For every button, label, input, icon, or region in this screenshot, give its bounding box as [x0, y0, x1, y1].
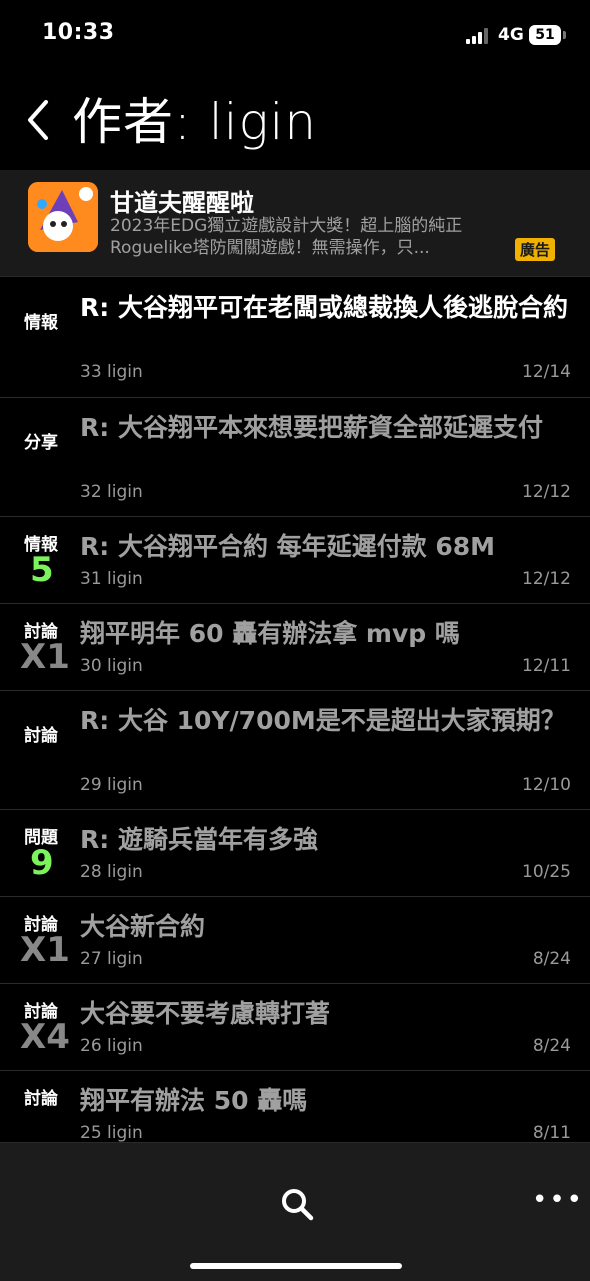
post-meta: 26 ligin	[80, 1036, 143, 1056]
post-title: R: 大谷 10Y/700M是不是超出大家預期？	[80, 706, 566, 735]
recommend-count: 5	[30, 550, 54, 590]
post-title: R: 大谷翔平本來想要把薪資全部延遲支付	[80, 413, 543, 442]
post-title: 大谷要不要考慮轉打著	[80, 999, 331, 1028]
post-row[interactable]: 討論 X1 大谷新合約 27 ligin 8/24	[0, 897, 590, 984]
boo-count: X1	[20, 637, 70, 677]
ad-app-icon	[28, 182, 98, 252]
post-date: 8/11	[532, 1123, 571, 1143]
post-title: 翔平明年 60 轟有辦法拿 mvp 嗎	[80, 619, 460, 648]
post-meta: 27 ligin	[80, 949, 143, 969]
recommend-count: 9	[30, 843, 54, 883]
post-date: 12/14	[522, 362, 571, 382]
ad-description: 2023年EDG獨立遊戲設計大獎！超上腦的純正Roguelike塔防闖關遊戲！無…	[110, 216, 463, 258]
post-tag: 分享	[24, 433, 58, 453]
post-title: 翔平有辦法 50 轟嗎	[80, 1086, 308, 1115]
boo-count: X1	[20, 930, 70, 970]
post-title: R: 大谷翔平可在老闆或總裁換人後逃脫合約	[80, 293, 568, 322]
post-list: 情報 R: 大谷翔平可在老闆或總裁換人後逃脫合約 33 ligin 12/14 …	[0, 278, 590, 1158]
post-row[interactable]: 討論 R: 大谷 10Y/700M是不是超出大家預期？ 29 ligin 12/…	[0, 691, 590, 810]
nav-bar: 作者: ligin	[0, 70, 590, 168]
more-options-icon[interactable]: •••	[532, 1185, 584, 1215]
page-title: 作者: ligin	[72, 93, 318, 151]
post-meta: 29 ligin	[80, 775, 143, 795]
battery-tip	[563, 31, 566, 39]
ad-badge: 廣告	[515, 238, 556, 261]
battery-icon: 51	[529, 25, 561, 45]
post-date: 12/12	[522, 482, 571, 502]
post-date: 8/24	[532, 1036, 571, 1056]
post-date: 12/11	[522, 656, 571, 676]
post-meta: 28 ligin	[80, 862, 143, 882]
post-meta: 32 ligin	[80, 482, 143, 502]
boo-count: X4	[20, 1017, 70, 1057]
post-title: R: 大谷翔平合約 每年延遲付款 68M	[80, 532, 496, 561]
status-bar: 10:33 4G 51	[0, 0, 590, 70]
post-title: 大谷新合約	[80, 912, 206, 941]
post-tag: 討論	[24, 1089, 58, 1109]
post-row[interactable]: 討論 X4 大谷要不要考慮轉打著 26 ligin 8/24	[0, 984, 590, 1071]
status-time: 10:33	[42, 20, 115, 45]
post-row[interactable]: 情報 5 R: 大谷翔平合約 每年延遲付款 68M 31 ligin 12/12	[0, 517, 590, 604]
network-label: 4G	[498, 25, 524, 45]
post-row[interactable]: 問題 9 R: 遊騎兵當年有多強 28 ligin 10/25	[0, 810, 590, 897]
post-row[interactable]: 討論 X1 翔平明年 60 轟有辦法拿 mvp 嗎 30 ligin 12/11	[0, 604, 590, 691]
post-date: 12/10	[522, 775, 571, 795]
ad-title: 甘道夫醒醒啦	[110, 189, 254, 217]
post-row[interactable]: 情報 R: 大谷翔平可在老闆或總裁換人後逃脫合約 33 ligin 12/14	[0, 278, 590, 398]
post-row[interactable]: 分享 R: 大谷翔平本來想要把薪資全部延遲支付 32 ligin 12/12	[0, 398, 590, 517]
ad-banner[interactable]: 甘道夫醒醒啦 2023年EDG獨立遊戲設計大獎！超上腦的純正Roguelike塔…	[0, 170, 590, 277]
post-tag: 討論	[24, 726, 58, 746]
post-date: 8/24	[532, 949, 571, 969]
search-icon[interactable]	[280, 1187, 314, 1221]
bottom-toolbar: •••	[0, 1142, 590, 1281]
post-title: R: 遊騎兵當年有多強	[80, 825, 318, 854]
post-date: 12/12	[522, 569, 571, 589]
post-tag: 情報	[24, 313, 58, 333]
post-date: 10/25	[522, 862, 571, 882]
post-meta: 31 ligin	[80, 569, 143, 589]
signal-icon	[466, 28, 492, 44]
battery-level: 51	[535, 27, 555, 43]
home-indicator	[190, 1263, 402, 1269]
post-meta: 30 ligin	[80, 656, 143, 676]
post-meta: 25 ligin	[80, 1123, 143, 1143]
back-chevron-icon[interactable]	[24, 100, 54, 140]
post-meta: 33 ligin	[80, 362, 143, 382]
